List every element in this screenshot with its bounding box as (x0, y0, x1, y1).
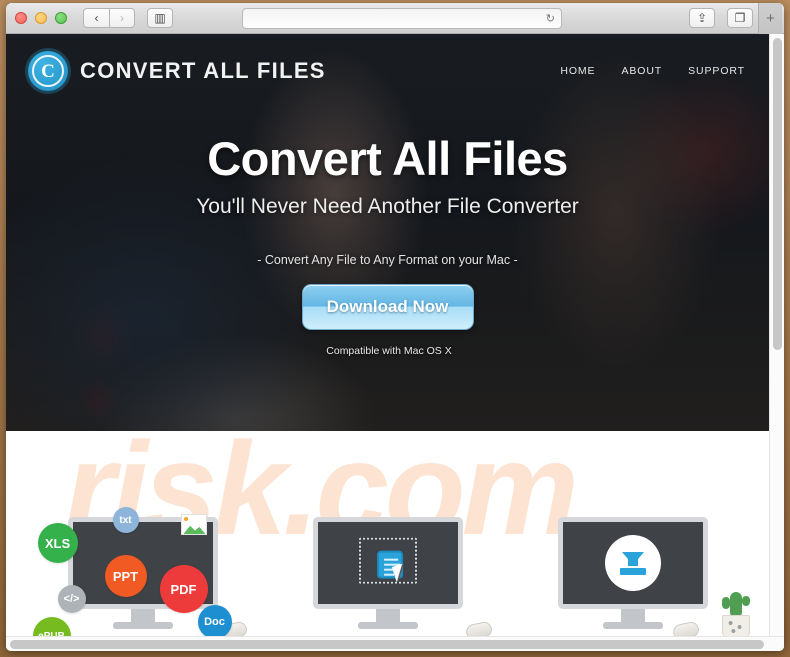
arrow-down-shape (621, 551, 644, 566)
site-header: C CONVERT ALL FILES HOME ABOUT SUPPORT (6, 34, 769, 91)
share-icon[interactable]: ⇪ (689, 8, 715, 28)
browser-window: ‹ › ▥ ↻ ⇪ ❐ + C CONVERT ALL FILES HOME A… (6, 3, 784, 651)
hero-headline: Convert All Files (207, 132, 568, 185)
cactus-pot (721, 615, 750, 636)
monitor-base (357, 622, 418, 629)
nav-item-about[interactable]: ABOUT (621, 65, 662, 77)
web-page: C CONVERT ALL FILES HOME ABOUT SUPPORT C… (6, 34, 769, 636)
nav-item-support[interactable]: SUPPORT (688, 65, 745, 77)
feature-download (523, 509, 750, 636)
monitor-base (112, 622, 173, 629)
address-bar[interactable]: ↻ (242, 7, 562, 29)
hero-subheadline: You'll Never Need Another File Converter (196, 195, 579, 218)
vertical-scrollbar-thumb[interactable] (773, 38, 782, 350)
badge-code: </> (57, 585, 86, 613)
badge-doc: Doc (197, 605, 232, 636)
cactus-arm-left (721, 597, 730, 609)
window-controls (15, 12, 67, 24)
compatibility-note: Compatible with Mac OS X (6, 345, 769, 357)
zoom-window-button[interactable] (55, 12, 67, 24)
badge-epub: ePUB (32, 617, 71, 636)
download-tray-shape (619, 567, 646, 575)
logo-wordmark: CONVERT ALL FILES (80, 58, 326, 83)
cactus-arm-right (741, 596, 750, 606)
badge-ppt: PPT (104, 555, 147, 597)
horizontal-scrollbar-thumb[interactable] (10, 640, 764, 649)
show-tabs-icon[interactable]: ❐ (727, 8, 753, 28)
logo-letter: C (41, 60, 55, 82)
feature-select-file (278, 509, 498, 636)
features-section: risk.com XLS txt PPT PDF Doc ePUB </> (6, 431, 769, 636)
forward-button[interactable]: › (109, 8, 135, 28)
download-arrow-icon (604, 535, 661, 591)
navigation-buttons: ‹ › (83, 8, 135, 28)
monitor-base (602, 622, 663, 629)
logo-circle-icon: C (28, 51, 68, 91)
feature-row: XLS txt PPT PDF Doc ePUB </> (6, 431, 769, 636)
new-tab-button[interactable]: + (758, 3, 782, 34)
badge-xls: XLS (37, 523, 78, 563)
browser-toolbar: ‹ › ▥ ↻ ⇪ ❐ + (6, 3, 784, 34)
badge-pdf: PDF (159, 565, 208, 613)
reload-icon[interactable]: ↻ (546, 12, 555, 25)
hero-tagline: - Convert Any File to Any Format on your… (257, 252, 518, 267)
nav-item-home[interactable]: HOME (560, 65, 595, 77)
image-file-icon (180, 514, 207, 535)
monitor-neck (620, 609, 645, 622)
monitor-illustration (312, 517, 463, 629)
horizontal-scrollbar[interactable] (6, 636, 784, 651)
site-logo[interactable]: C CONVERT ALL FILES (28, 51, 326, 91)
cactus-plant-icon (721, 591, 751, 636)
toolbar-right-group: ⇪ ❐ + (677, 3, 782, 34)
compatibility-text: Compatible with Mac OS X (326, 344, 452, 357)
download-now-button[interactable]: Download Now (301, 283, 474, 330)
mouse-icon (464, 620, 493, 636)
page-viewport: C CONVERT ALL FILES HOME ABOUT SUPPORT C… (6, 34, 784, 651)
badge-txt: txt (112, 507, 139, 533)
back-button[interactable]: ‹ (83, 8, 109, 28)
sidebar-toggle-icon[interactable]: ▥ (147, 8, 173, 28)
hero-content: Convert All Files You'll Never Need Anot… (6, 131, 769, 357)
monitor-illustration (557, 517, 708, 629)
monitor-neck (375, 609, 400, 622)
main-navigation: HOME ABOUT SUPPORT (560, 65, 745, 77)
monitor-neck (130, 609, 155, 622)
close-window-button[interactable] (15, 12, 27, 24)
minimize-window-button[interactable] (35, 12, 47, 24)
vertical-scrollbar[interactable] (769, 34, 784, 636)
hero-section: C CONVERT ALL FILES HOME ABOUT SUPPORT C… (6, 34, 769, 431)
monitor-screen (312, 517, 463, 609)
monitor-screen (557, 517, 708, 609)
feature-file-formats: XLS txt PPT PDF Doc ePUB </> (32, 507, 253, 636)
